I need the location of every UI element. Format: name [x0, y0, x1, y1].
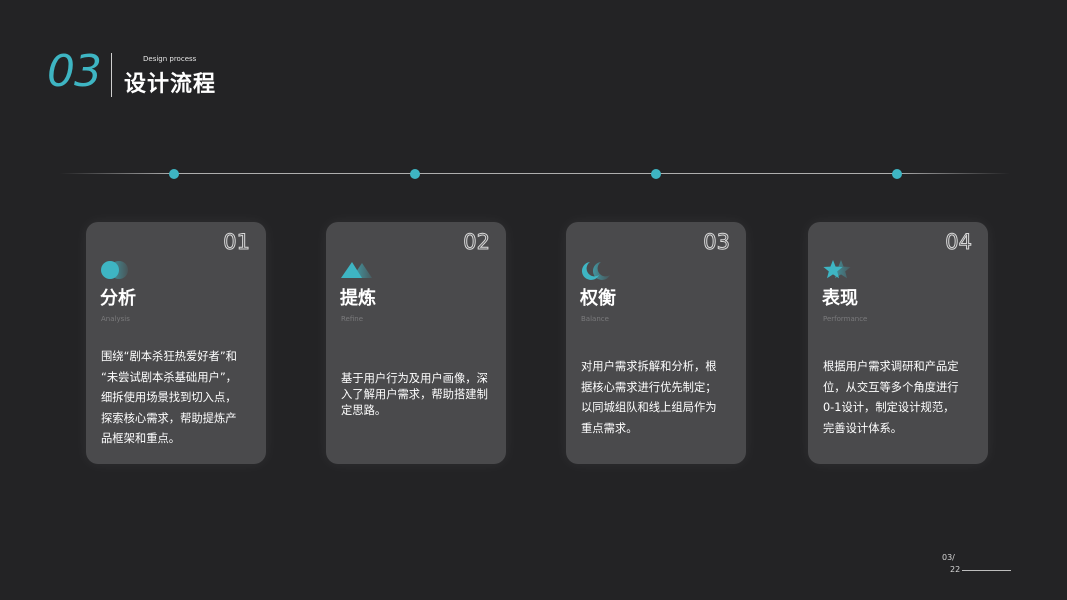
- mountain-icon: [341, 262, 372, 278]
- step-description: 对用户需求拆解和分析，根 据核心需求进行优先制定； 以同城组队和线上组局作为 重…: [581, 357, 732, 439]
- desc-line: 完善设计体系。: [823, 421, 903, 435]
- page-indicator-line: [962, 570, 1011, 571]
- step-subtitle: Analysis: [101, 315, 130, 323]
- desc-line: 对用户需求拆解和分析，根: [581, 360, 717, 373]
- step-card-refine: 02 提炼 Refine 基于用户行为及用户画像，深 入了解用户需求，帮助搭建制…: [326, 222, 506, 464]
- desc-line: 以同城组队和线上组局作为: [581, 401, 717, 415]
- section-title: 设计流程: [124, 72, 217, 97]
- desc-line: 据核心需求进行优先制定；: [581, 380, 717, 394]
- step-description: 根据用户需求调研和产品定 位，从交互等多个角度进行 0-1设计，制定设计规范， …: [823, 357, 974, 439]
- timeline-line: [60, 173, 1010, 174]
- circles-icon: [101, 261, 128, 279]
- step-subtitle: Refine: [341, 315, 364, 323]
- page-total: 22: [950, 565, 961, 574]
- star-icon: [823, 260, 851, 279]
- desc-line: 探索核心需求，帮助提炼产: [101, 411, 237, 425]
- desc-line: 位，从交互等多个角度进行: [823, 380, 959, 394]
- step-title: 分析: [100, 288, 136, 309]
- page-current: 03/: [942, 553, 955, 562]
- step-card-analysis: 01 分析 Analysis 围绕“剧本杀狂热爱好者”和 “未尝试剧本杀基础用户…: [86, 222, 266, 464]
- step-description: 基于用户行为及用户画像，深 入了解用户需求，帮助搭建制 定思路。: [341, 371, 492, 419]
- step-title: 权衡: [580, 288, 616, 309]
- desc-line: 重点需求。: [581, 421, 638, 435]
- step-number: 03: [703, 230, 731, 255]
- desc-line: 细拆使用场景找到切入点，: [101, 391, 237, 405]
- timeline-dot-3: [651, 169, 661, 179]
- desc-line: 围绕“剧本杀狂热爱好者”和: [101, 350, 237, 363]
- desc-line: 0-1设计，制定设计规范，: [823, 401, 955, 415]
- desc-line: 品框架和重点。: [101, 432, 181, 446]
- step-card-balance: 03 权衡 Balance 对用户需求拆解和分析，根 据核心需求进行优先制定； …: [566, 222, 746, 464]
- step-number: 02: [463, 230, 491, 255]
- moon-icon: [581, 262, 610, 280]
- section-subtitle: Design process: [143, 55, 197, 63]
- timeline-dot-2: [410, 169, 420, 179]
- section-number: 03: [47, 46, 102, 97]
- step-subtitle: Balance: [581, 315, 609, 323]
- step-title: 提炼: [340, 288, 376, 309]
- step-description: 围绕“剧本杀狂热爱好者”和 “未尝试剧本杀基础用户”， 细拆使用场景找到切入点，…: [101, 347, 252, 450]
- timeline-dot-4: [892, 169, 902, 179]
- desc-line: “未尝试剧本杀基础用户”，: [101, 370, 237, 384]
- step-number: 01: [223, 230, 251, 255]
- desc-line: 根据用户需求调研和产品定: [823, 360, 959, 373]
- step-card-performance: 04 表现 Performance 根据用户需求调研和产品定 位，从交互等多个角…: [808, 222, 988, 464]
- desc-line: 基于用户行为及用户画像，深: [341, 372, 488, 385]
- desc-line: 定思路。: [341, 404, 387, 417]
- step-number: 04: [945, 230, 973, 255]
- header-divider: [111, 53, 112, 97]
- timeline-dot-1: [169, 169, 179, 179]
- step-title: 表现: [822, 288, 858, 309]
- step-subtitle: Performance: [823, 315, 868, 323]
- desc-line: 入了解用户需求，帮助搭建制: [341, 388, 488, 401]
